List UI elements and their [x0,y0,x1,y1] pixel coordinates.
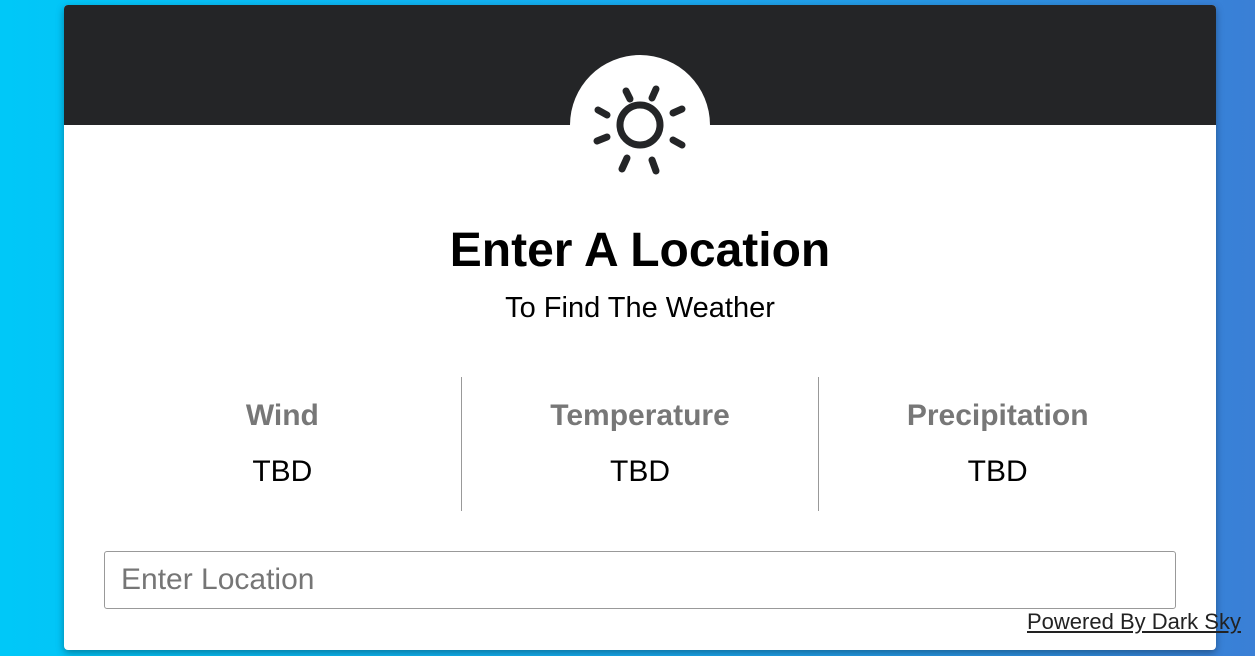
stat-label: Wind [245,399,319,432]
page-subtitle: To Find The Weather [505,292,775,324]
location-input[interactable] [104,551,1176,609]
stat-precipitation: Precipitation TBD [818,377,1176,511]
stat-value: TBD [252,455,313,488]
weather-stats: Wind TBD Temperature TBD Precipitation T… [104,377,1176,511]
sun-icon [593,85,686,175]
page-title: Enter A Location [449,224,831,277]
weather-card: Enter A Location To Find The Weather Win… [64,5,1216,650]
stat-label: Precipitation [906,399,1089,432]
stat-value: TBD [967,455,1028,488]
stat-wind: Wind TBD [104,377,461,511]
stat-label: Temperature [550,399,730,432]
weather-icon-badge [570,55,710,195]
powered-by-dark-sky-link[interactable]: Powered By Dark Sky [1027,609,1241,635]
stat-temperature: Temperature TBD [460,377,819,511]
stat-value: TBD [610,455,670,488]
